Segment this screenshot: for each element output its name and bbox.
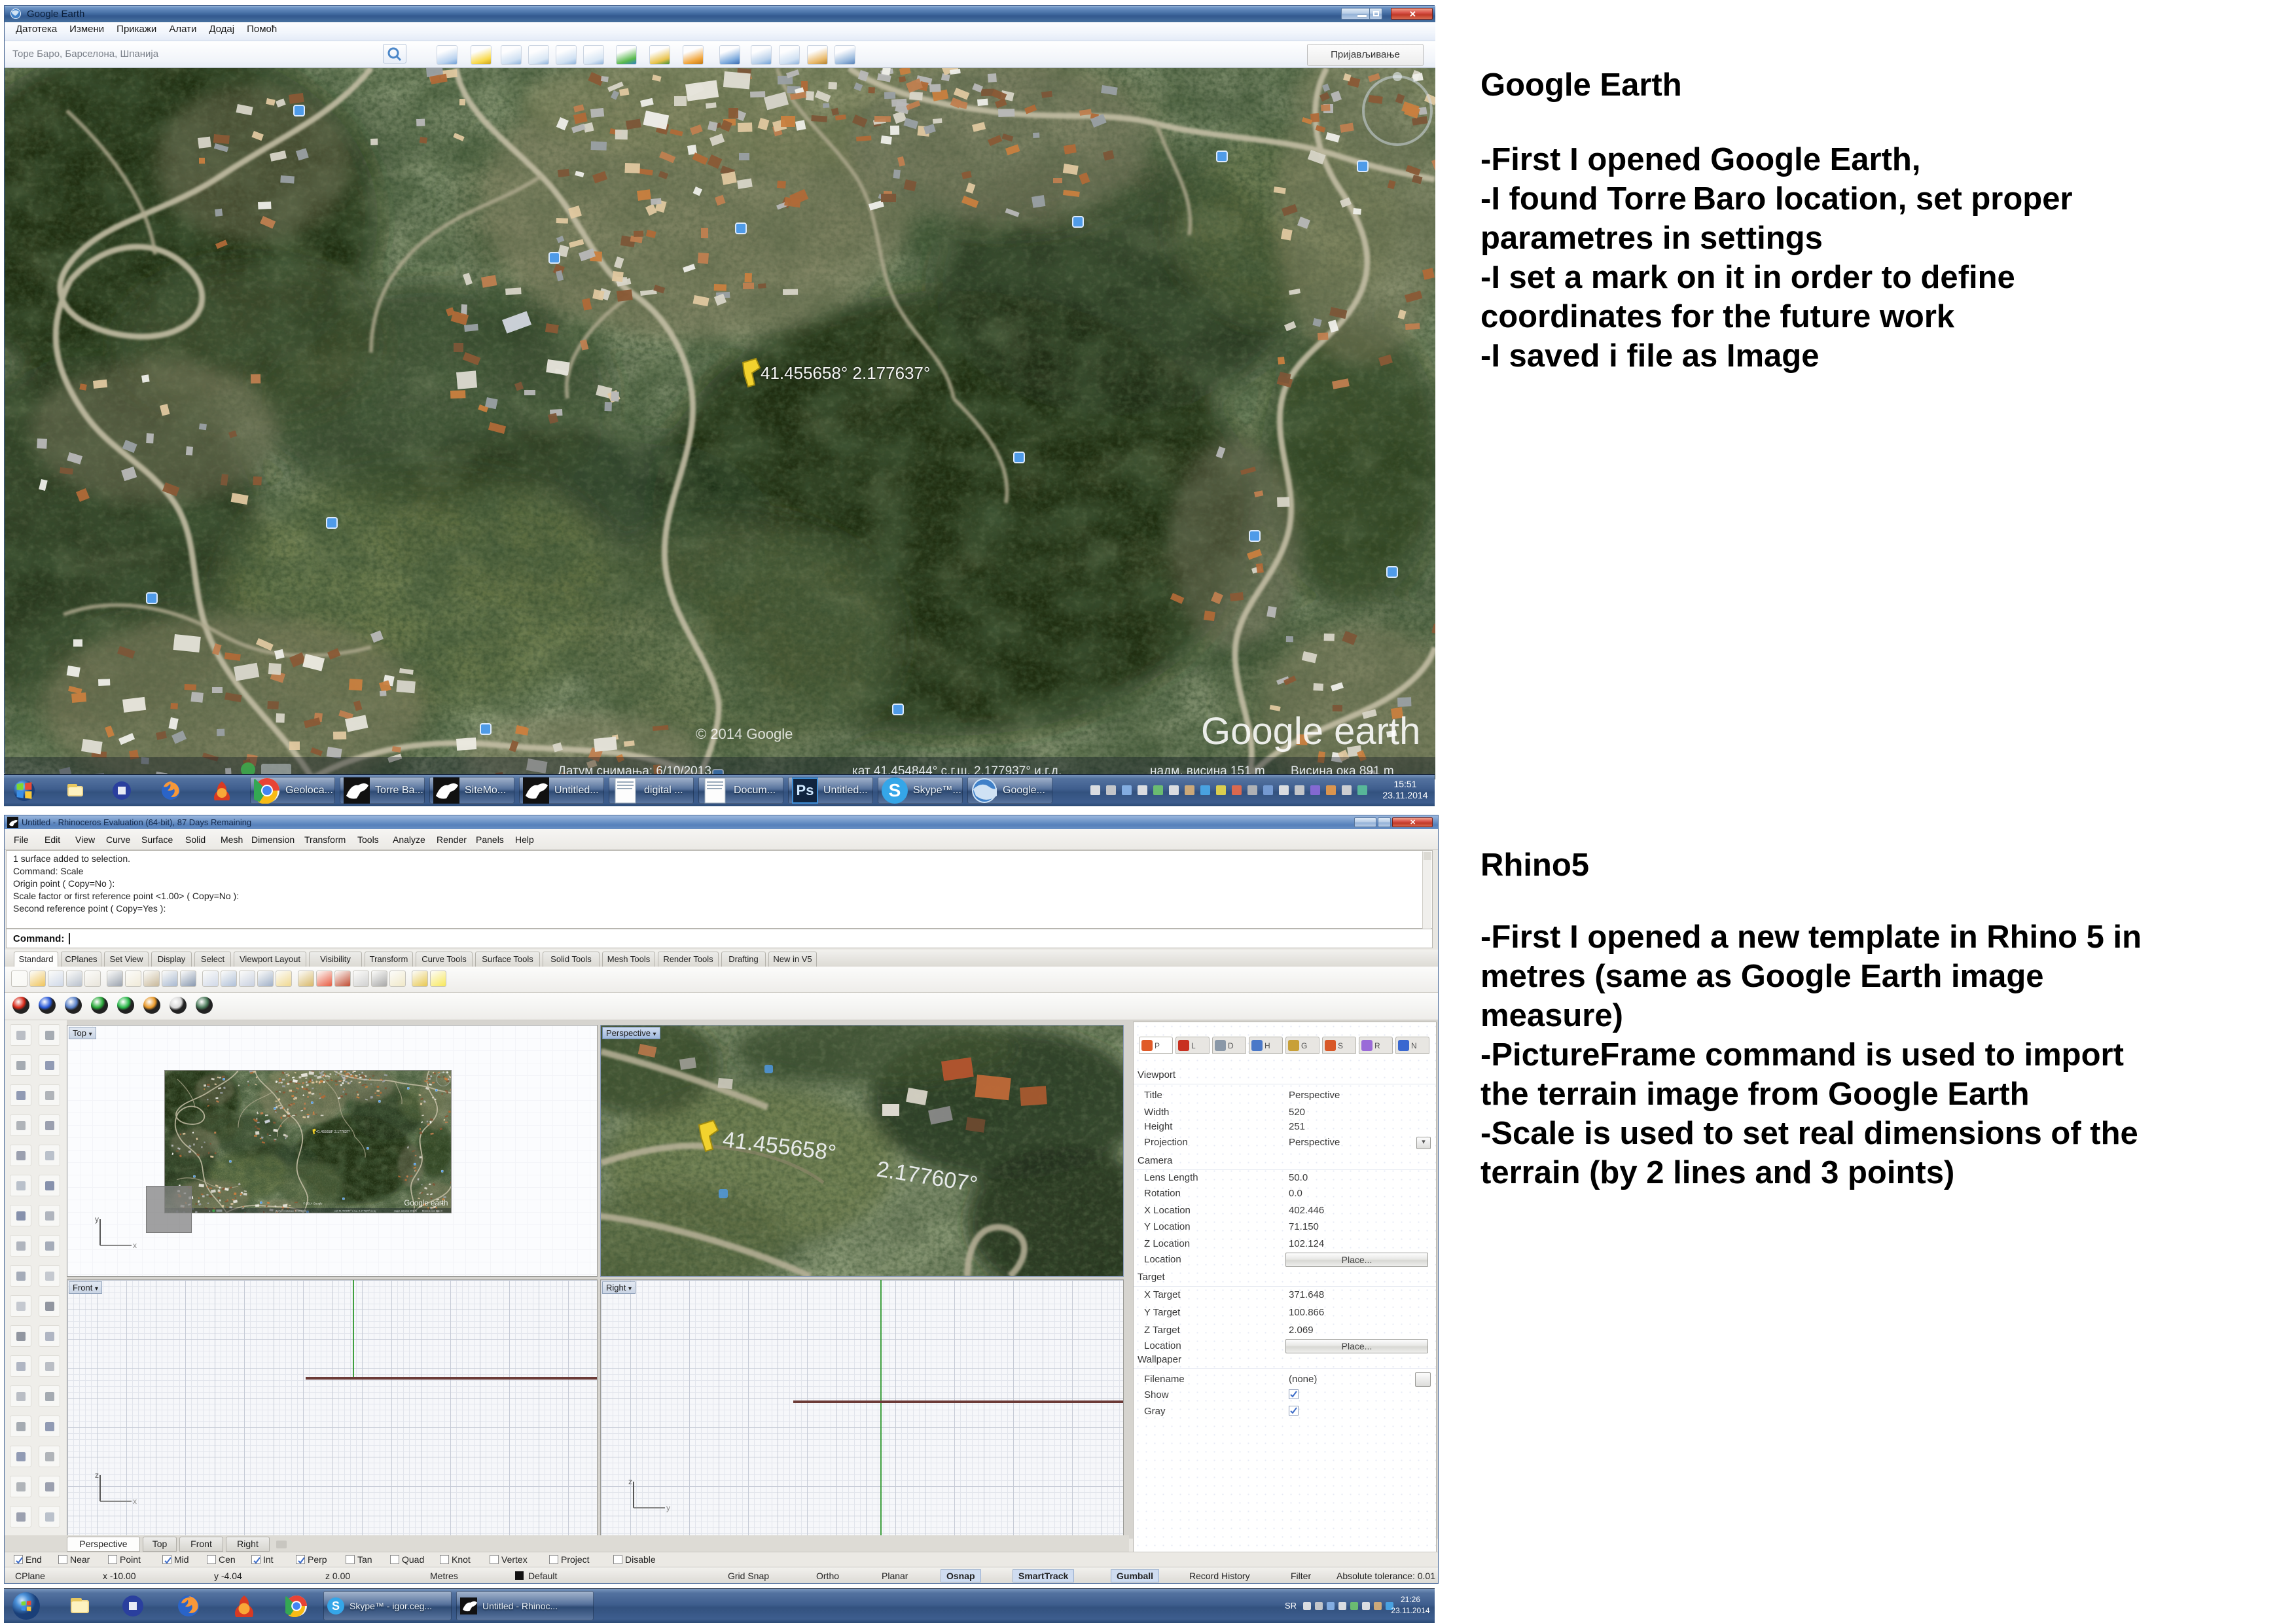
svg-text:Google earth: Google earth — [1201, 710, 1420, 753]
svg-text:z: z — [628, 1477, 632, 1486]
svg-text:x: x — [133, 1241, 137, 1250]
svg-text:z: z — [95, 1471, 99, 1480]
svg-text:y: y — [95, 1215, 99, 1224]
svg-text:x: x — [133, 1497, 137, 1506]
svg-text:© 2014 Google: © 2014 Google — [696, 726, 793, 742]
svg-text:y: y — [666, 1503, 670, 1512]
svg-text:41.455658° 2.177637°: 41.455658° 2.177637° — [761, 363, 930, 383]
